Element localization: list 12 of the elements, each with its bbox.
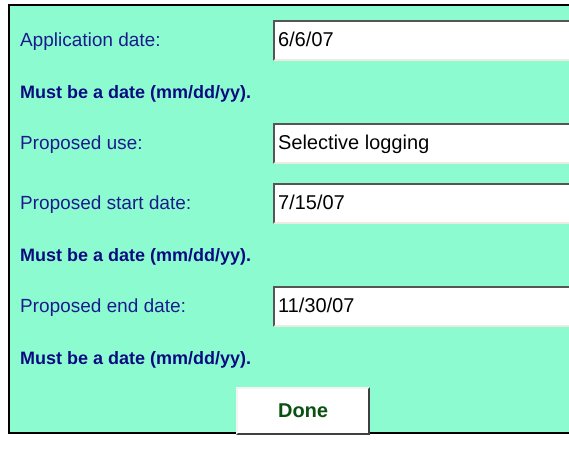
error-message: Must be a date (mm/dd/yy).	[20, 347, 252, 370]
field-label: Proposed use:	[20, 132, 144, 154]
error-message: Must be a date (mm/dd/yy).	[20, 81, 252, 104]
field-label: Application date:	[20, 30, 162, 52]
field-label: Proposed end date:	[20, 296, 187, 318]
input-field[interactable]: Selective logging	[273, 123, 569, 164]
error-message: Must be a date (mm/dd/yy).	[20, 244, 252, 267]
field-label: Proposed start date:	[20, 192, 192, 214]
done-button[interactable]: Done	[236, 387, 370, 435]
input-field[interactable]: 7/15/07	[273, 183, 569, 224]
input-field[interactable]: 11/30/07	[273, 286, 569, 327]
input-field[interactable]: 6/6/07	[273, 20, 569, 61]
